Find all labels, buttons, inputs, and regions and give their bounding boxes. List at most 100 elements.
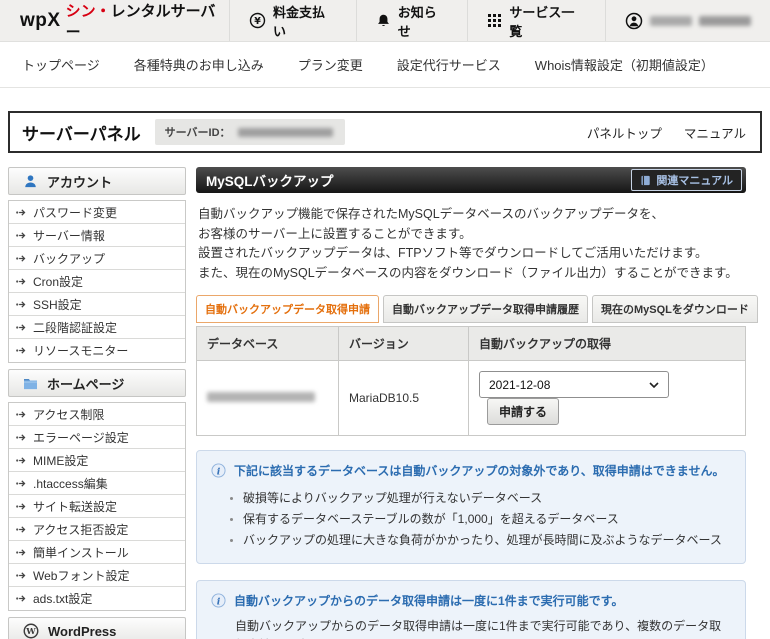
services-button[interactable]: サービス一覧 (467, 0, 605, 41)
arrow-icon (16, 254, 26, 262)
sidebar-item-htaccess[interactable]: .htaccess編集 (9, 472, 185, 495)
sidebar-section-account: アカウント (8, 167, 186, 195)
redacted-database-name (207, 392, 315, 402)
svg-text:i: i (217, 466, 221, 477)
cell-database-name (196, 360, 339, 436)
brand-logo[interactable]: wpX シン・レンタルサーバー (0, 0, 229, 41)
server-id-pill: サーバーID： (154, 119, 345, 145)
info-bullet: 保有するデータベーステーブルの数が「1,000」を超えるデータベース (243, 509, 731, 530)
nav-plan-change[interactable]: プラン変更 (298, 55, 363, 74)
description-line: また、現在のMySQLデータベースの内容をダウンロード（ファイル出力）することが… (198, 265, 738, 280)
info-body: 自動バックアップからのデータ取得申請は一度に1件まで実行可能であり、複数のデータ… (235, 617, 731, 639)
wordpress-icon: W (23, 623, 39, 639)
panel-top-link[interactable]: パネルトップ (587, 123, 662, 142)
sidebar-section-homepage: ホームページ (8, 369, 186, 397)
col-auto-backup: 自動バックアップの取得 (468, 326, 746, 361)
arrow-icon (16, 525, 26, 533)
sidebar-item-password-change[interactable]: パスワード変更 (9, 201, 185, 224)
sidebar-item-label: パスワード変更 (33, 205, 118, 220)
sidebar-item-label: サイト転送設定 (33, 499, 118, 514)
arrow-icon (16, 277, 26, 285)
arrow-icon (16, 479, 26, 487)
page-description: 自動バックアップ機能で保存されたMySQLデータベースのバックアップデータを、 … (198, 205, 744, 283)
sidebar-item-site-redirect[interactable]: サイト転送設定 (9, 495, 185, 518)
arrow-icon (16, 300, 26, 308)
nav-whois[interactable]: Whois情報設定（初期値設定） (535, 55, 714, 74)
backup-tabs: 自動バックアップデータ取得申請 自動バックアップデータ取得申請履歴 現在のMyS… (196, 295, 758, 323)
related-manual-label: 関連マニュアル (656, 175, 733, 187)
sidebar-item-label: バックアップ (33, 251, 106, 266)
apply-button[interactable]: 申請する (487, 398, 560, 425)
sidebar-section-title: ホームページ (47, 376, 125, 392)
arrow-icon (16, 456, 26, 464)
backup-date-value: 2021-12-08 (489, 377, 551, 392)
col-version: バージョン (338, 326, 469, 361)
tab-download-current-mysql[interactable]: 現在のMySQLをダウンロード (592, 295, 758, 323)
info-bullet: バックアップの処理に大きな負荷がかかったり、処理が長時間に及ぶようなデータベース (243, 530, 731, 551)
sidebar-item-resource-monitor[interactable]: リソースモニター (9, 339, 185, 362)
arrow-icon (16, 323, 26, 331)
nav-agency-service[interactable]: 設定代行サービス (397, 55, 501, 74)
table-row: MariaDB10.5 2021-12-08 申請する (196, 360, 746, 436)
sidebar-item-easy-install[interactable]: 簡単インストール (9, 541, 185, 564)
sidebar-item-label: ads.txt設定 (33, 592, 93, 606)
related-manual-button[interactable]: 関連マニュアル (631, 169, 742, 191)
info-heading: 下記に該当するデータベースは自動バックアップの対象外であり、取得申請はできません… (234, 464, 725, 478)
server-panel-bar: サーバーパネル サーバーID： パネルトップ マニュアル (8, 111, 762, 153)
description-line: 設置されたバックアップデータは、FTPソフト等でダウンロードしてご活用いただけま… (198, 246, 708, 260)
sidebar-item-server-info[interactable]: サーバー情報 (9, 224, 185, 247)
sidebar-item-label: SSH設定 (33, 297, 82, 312)
sidebar-item-webfont[interactable]: Webフォント設定 (9, 564, 185, 587)
sidebar-item-mime[interactable]: MIME設定 (9, 449, 185, 472)
news-label: お知らせ (397, 4, 437, 39)
sidebar-item-cron[interactable]: Cron設定 (9, 270, 185, 293)
nav-benefits[interactable]: 各種特典のお申し込み (134, 55, 264, 74)
panel-title: サーバーパネル (22, 124, 141, 144)
account-menu[interactable] (604, 0, 770, 41)
main-panel: MySQLバックアップ 関連マニュアル 自動バックアップ機能で保存されたMySQ… (196, 167, 758, 639)
sub-navigation: トップページ 各種特典のお申し込み プラン変更 設定代行サービス Whois情報… (0, 42, 770, 88)
manual-link[interactable]: マニュアル (684, 123, 746, 142)
redacted-username (649, 15, 692, 26)
folder-icon (24, 378, 37, 389)
sidebar-item-label: .htaccess編集 (33, 476, 108, 491)
logo-brand-red: シン・ (65, 2, 111, 20)
sidebar-item-label: 簡単インストール (33, 545, 129, 560)
payment-label: 料金支払い (272, 4, 325, 39)
redacted-username-2 (698, 15, 751, 26)
sidebar-item-label: リソースモニター (33, 344, 129, 358)
sidebar-item-error-page[interactable]: エラーページ設定 (9, 426, 185, 449)
grid-icon (488, 14, 502, 27)
top-header: wpX シン・レンタルサーバー ¥ 料金支払い お知らせ サービス一覧 (0, 0, 770, 42)
arrow-icon (16, 231, 26, 239)
sidebar-item-backup[interactable]: バックアップ (9, 247, 185, 270)
backup-date-select[interactable]: 2021-12-08 (479, 371, 669, 398)
news-button[interactable]: お知らせ (355, 0, 468, 41)
arrow-icon (16, 208, 26, 216)
sidebar-section-wordpress: W WordPress (8, 617, 186, 639)
tab-auto-backup-request[interactable]: 自動バックアップデータ取得申請 (196, 295, 379, 323)
sidebar: アカウント パスワード変更 サーバー情報 バックアップ Cron設定 SSH設定… (8, 167, 186, 639)
logo-wpx: wpX (20, 9, 61, 31)
content-area: アカウント パスワード変更 サーバー情報 バックアップ Cron設定 SSH設定… (8, 167, 762, 639)
sidebar-item-label: サーバー情報 (33, 228, 105, 243)
sidebar-item-ads-txt[interactable]: ads.txt設定 (9, 587, 185, 610)
sidebar-item-label: 二段階認証設定 (33, 320, 118, 335)
arrow-icon (16, 410, 26, 418)
header-actions: ¥ 料金支払い お知らせ サービス一覧 (228, 0, 770, 41)
info-heading-row: i 下記に該当するデータベースは自動バックアップの対象外であり、取得申請はできま… (211, 463, 731, 479)
table-header-row: データベース バージョン 自動バックアップの取得 (196, 326, 746, 361)
sidebar-item-access-restriction[interactable]: アクセス制限 (9, 403, 185, 426)
sidebar-item-access-deny[interactable]: アクセス拒否設定 (9, 518, 185, 541)
sidebar-item-ssh[interactable]: SSH設定 (9, 293, 185, 316)
sidebar-account-list: パスワード変更 サーバー情報 バックアップ Cron設定 SSH設定 二段階認証… (8, 200, 186, 363)
sidebar-item-label: MIME設定 (33, 453, 89, 468)
nav-top-page[interactable]: トップページ (22, 55, 100, 74)
page-title-bar: MySQLバックアップ 関連マニュアル (196, 167, 746, 193)
payment-button[interactable]: ¥ 料金支払い (228, 0, 356, 41)
tab-request-history[interactable]: 自動バックアップデータ取得申請履歴 (383, 295, 588, 323)
sidebar-item-label: アクセス制限 (33, 407, 105, 422)
sidebar-item-label: Webフォント設定 (33, 568, 130, 583)
description-line: 自動バックアップ機能で保存されたMySQLデータベースのバックアップデータを、 (198, 207, 665, 221)
sidebar-item-two-factor[interactable]: 二段階認証設定 (9, 316, 185, 339)
